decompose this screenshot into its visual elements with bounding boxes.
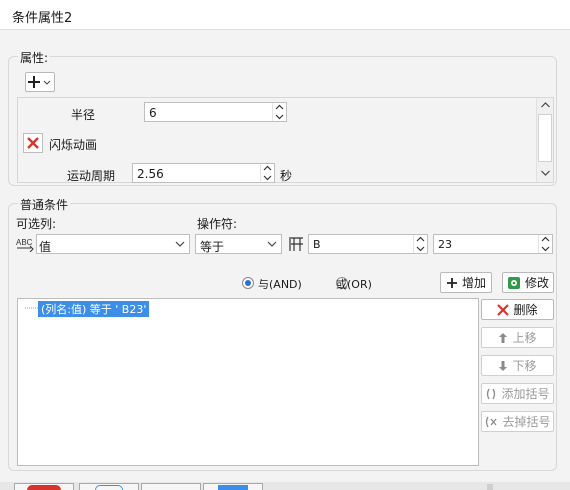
spin-up-icon[interactable] bbox=[541, 235, 550, 244]
flash-checkbox[interactable] bbox=[23, 133, 43, 153]
period-unit: 秒 bbox=[280, 169, 293, 183]
spin-down-icon[interactable] bbox=[275, 112, 284, 121]
cell-value: B bbox=[313, 238, 321, 251]
flash-label: 闪烁动画 bbox=[49, 138, 98, 152]
condition-list[interactable] bbox=[17, 298, 479, 466]
conditions-label: 普通条件 bbox=[18, 196, 71, 213]
number-value-input[interactable]: 23 bbox=[433, 234, 553, 254]
period-spinner[interactable]: 2.56 bbox=[132, 163, 275, 183]
add-bracket-label: 添加括号 bbox=[501, 387, 550, 401]
operator-select[interactable]: 等于 bbox=[195, 234, 282, 254]
or-label: 或(OR) bbox=[336, 278, 372, 291]
bottom-button-3[interactable] bbox=[141, 483, 201, 490]
cell-spin-buttons[interactable] bbox=[413, 235, 427, 253]
add-condition-button[interactable]: 增加 bbox=[440, 272, 492, 293]
scroll-up-icon[interactable] bbox=[541, 102, 550, 108]
number-value: 23 bbox=[438, 238, 452, 251]
move-up-label: 上移 bbox=[512, 331, 537, 345]
scrollbar-thumb[interactable] bbox=[538, 114, 552, 162]
radius-spinner[interactable]: 6 bbox=[144, 102, 287, 122]
spin-down-icon[interactable] bbox=[541, 244, 550, 253]
remove-parentheses-icon bbox=[486, 416, 497, 427]
add-bracket-button[interactable]: 添加括号 bbox=[481, 383, 554, 404]
arrow-down-icon bbox=[499, 360, 508, 371]
bottom-button-4[interactable] bbox=[203, 483, 263, 490]
title-bar: 条件属性2 bbox=[0, 0, 570, 30]
condition-list-item[interactable]: (列名:值) 等于 ' B23' bbox=[38, 301, 150, 317]
column-select[interactable]: 值 bbox=[36, 234, 190, 254]
remove-bracket-button[interactable]: 去掉括号 bbox=[481, 411, 554, 432]
tree-connector-icon bbox=[25, 307, 38, 309]
red-x-icon bbox=[27, 137, 39, 149]
delete-label: 删除 bbox=[513, 303, 538, 317]
radius-label: 半径 bbox=[71, 108, 96, 122]
abc-type-icon: ABC bbox=[16, 238, 34, 252]
operator-label: 操作符: bbox=[197, 217, 238, 231]
modify-condition-label: 修改 bbox=[524, 276, 549, 290]
period-spin-buttons[interactable] bbox=[260, 164, 274, 182]
parentheses-icon bbox=[487, 388, 496, 399]
column-label: 可选列: bbox=[16, 217, 57, 231]
delete-button[interactable]: 删除 bbox=[481, 299, 554, 320]
radius-spin-buttons[interactable] bbox=[272, 103, 286, 121]
scroll-down-icon[interactable] bbox=[541, 170, 550, 176]
move-down-button[interactable]: 下移 bbox=[481, 355, 554, 376]
plus-icon bbox=[446, 277, 457, 288]
arrow-up-icon bbox=[499, 332, 508, 343]
spin-down-icon[interactable] bbox=[263, 173, 272, 182]
bottom-button-2[interactable] bbox=[79, 483, 139, 490]
attributes-scrollbar[interactable] bbox=[536, 98, 553, 182]
delete-x-icon bbox=[497, 303, 510, 316]
radius-value: 6 bbox=[149, 106, 157, 120]
spin-up-icon[interactable] bbox=[416, 235, 425, 244]
attributes-label: 属性: bbox=[18, 49, 51, 66]
modify-gear-icon bbox=[507, 276, 520, 289]
column-dropdown-icon[interactable] bbox=[171, 235, 189, 253]
move-down-label: 下移 bbox=[512, 359, 537, 373]
add-attribute-button[interactable] bbox=[25, 72, 55, 92]
spin-up-icon[interactable] bbox=[275, 103, 284, 112]
spin-up-icon[interactable] bbox=[263, 164, 272, 173]
move-up-button[interactable]: 上移 bbox=[481, 327, 554, 348]
and-radio[interactable] bbox=[242, 277, 254, 289]
modify-condition-button[interactable]: 修改 bbox=[502, 272, 554, 293]
window-title: 条件属性2 bbox=[12, 11, 73, 26]
bottom-button-1[interactable] bbox=[14, 483, 74, 490]
plus-dropdown-icon bbox=[28, 76, 51, 88]
period-value: 2.56 bbox=[137, 167, 164, 181]
remove-bracket-label: 去掉括号 bbox=[502, 415, 551, 429]
spin-down-icon[interactable] bbox=[416, 244, 425, 253]
add-condition-label: 增加 bbox=[461, 276, 486, 290]
period-label: 运动周期 bbox=[67, 169, 116, 183]
column-select-value: 值 bbox=[39, 240, 52, 254]
operator-select-value: 等于 bbox=[200, 240, 225, 254]
resize-grip[interactable] bbox=[487, 484, 493, 490]
svg-text:ABC: ABC bbox=[16, 238, 33, 247]
number-spin-buttons[interactable] bbox=[538, 235, 552, 253]
and-label: 与(AND) bbox=[258, 278, 302, 291]
cell-value-input[interactable]: B bbox=[308, 234, 428, 254]
cell-reference-icon bbox=[289, 237, 303, 251]
operator-dropdown-icon[interactable] bbox=[263, 235, 281, 253]
